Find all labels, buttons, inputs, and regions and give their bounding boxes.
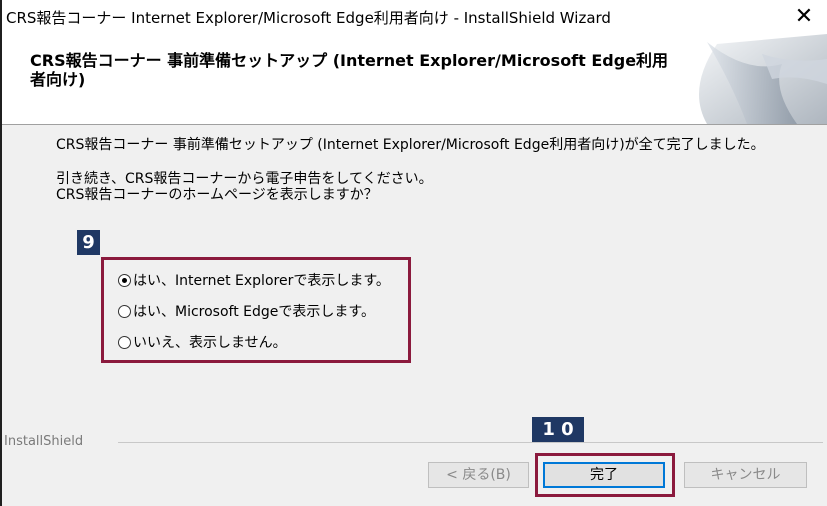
installshield-wizard-window: CRS報告コーナー Internet Explorer/Microsoft Ed… bbox=[0, 0, 827, 506]
wizard-graphic-icon bbox=[699, 34, 827, 124]
window-title: CRS報告コーナー Internet Explorer/Microsoft Ed… bbox=[6, 9, 611, 27]
option-internet-explorer[interactable]: はい、Internet Explorerで表示します。 bbox=[118, 270, 390, 290]
header-title: CRS報告コーナー 事前準備セットアップ (Internet Explorer/… bbox=[30, 51, 669, 89]
back-button[interactable]: < 戻る(B) bbox=[428, 462, 529, 488]
prompt-line-2: CRS報告コーナーのホームページを表示しますか？ bbox=[56, 187, 378, 203]
option-label: いいえ、表示しません。 bbox=[133, 335, 287, 351]
radio-icon[interactable] bbox=[118, 335, 131, 349]
footer-divider bbox=[118, 442, 823, 443]
options-highlight-box: はい、Internet Explorerで表示します。 はい、Microsoft… bbox=[101, 257, 411, 363]
wizard-header: CRS報告コーナー 事前準備セットアップ (Internet Explorer/… bbox=[2, 34, 827, 125]
option-label: はい、Internet Explorerで表示します。 bbox=[133, 273, 390, 289]
completion-message: CRS報告コーナー 事前準備セットアップ (Internet Explorer/… bbox=[56, 137, 765, 153]
radio-icon[interactable] bbox=[118, 304, 131, 318]
option-label: はい、Microsoft Edgeで表示します。 bbox=[133, 304, 375, 320]
finish-button[interactable]: 完了 bbox=[543, 462, 665, 488]
option-do-not-show[interactable]: いいえ、表示しません。 bbox=[118, 332, 287, 352]
title-bar[interactable]: CRS報告コーナー Internet Explorer/Microsoft Ed… bbox=[2, 0, 827, 34]
radio-selected-icon[interactable] bbox=[118, 273, 131, 287]
cancel-button[interactable]: キャンセル bbox=[684, 462, 807, 488]
step-10-badge: 1 0 bbox=[532, 417, 584, 442]
installshield-brand: InstallShield bbox=[4, 434, 84, 449]
close-icon[interactable]: ✕ bbox=[789, 3, 819, 31]
option-microsoft-edge[interactable]: はい、Microsoft Edgeで表示します。 bbox=[118, 301, 375, 321]
step-9-badge: 9 bbox=[77, 230, 100, 255]
